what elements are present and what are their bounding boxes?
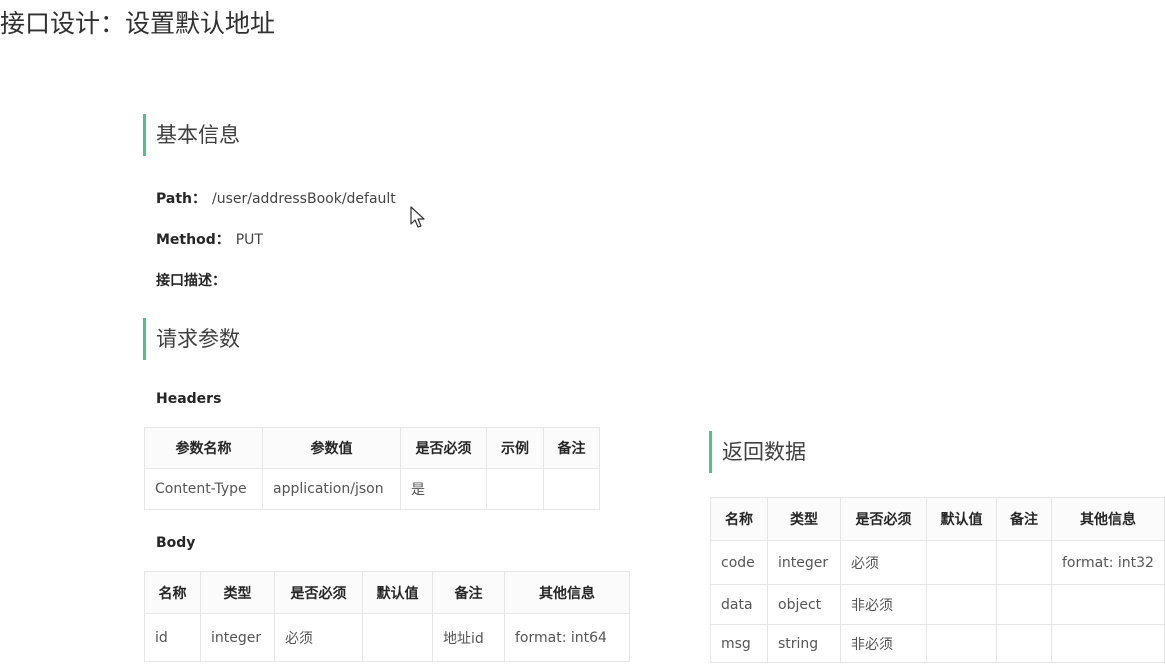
table-cell: integer xyxy=(767,540,841,585)
response-table: 名称 类型 是否必须 默认值 备注 其他信息 code integer 必须 f… xyxy=(710,497,1165,663)
table-cell xyxy=(996,584,1052,625)
table-cell xyxy=(362,613,433,662)
description-row: 接口描述： xyxy=(156,270,232,290)
mouse-cursor-icon xyxy=(410,206,425,228)
table-cell: id xyxy=(144,613,201,662)
column-header: 默认值 xyxy=(362,571,433,614)
table-cell: format: int64 xyxy=(504,613,630,662)
table-cell xyxy=(1051,624,1165,663)
table-cell: Content-Type xyxy=(144,468,263,510)
column-header: 其他信息 xyxy=(1051,497,1165,541)
response-table-header: 名称 类型 是否必须 默认值 备注 其他信息 xyxy=(710,497,1165,541)
table-cell: object xyxy=(767,584,841,625)
response-data-heading: 返回数据 xyxy=(709,431,806,473)
table-row: Content-Type application/json 是 xyxy=(144,468,600,510)
table-cell: 是 xyxy=(400,468,487,510)
table-cell xyxy=(926,584,997,625)
column-header: 示例 xyxy=(486,427,544,469)
table-cell: 非必须 xyxy=(840,584,927,625)
table-cell xyxy=(996,540,1052,585)
table-cell xyxy=(486,468,544,510)
path-label: Path： xyxy=(156,191,206,207)
body-table-header: 名称 类型 是否必须 默认值 备注 其他信息 xyxy=(144,571,630,614)
request-params-heading: 请求参数 xyxy=(143,318,240,360)
table-cell: data xyxy=(710,584,768,625)
table-cell xyxy=(926,540,997,585)
table-row: id integer 必须 地址id format: int64 xyxy=(144,613,630,662)
table-cell: code xyxy=(710,540,768,585)
method-row: Method： PUT xyxy=(156,229,263,249)
table-row: msg string 非必须 xyxy=(710,624,1165,663)
method-label: Method： xyxy=(156,232,230,248)
headers-table-header: 参数名称 参数值 是否必须 示例 备注 xyxy=(144,427,600,469)
table-cell: integer xyxy=(200,613,275,662)
column-header: 参数名称 xyxy=(144,427,263,469)
body-table: 名称 类型 是否必须 默认值 备注 其他信息 id integer 必须 地址i… xyxy=(144,571,630,662)
table-cell: string xyxy=(767,624,841,663)
table-cell xyxy=(1051,584,1165,625)
column-header: 其他信息 xyxy=(504,571,630,614)
method-value: PUT xyxy=(235,232,263,248)
column-header: 是否必须 xyxy=(400,427,487,469)
table-cell: 非必须 xyxy=(840,624,927,663)
table-cell: 地址id xyxy=(432,613,505,662)
table-cell: 必须 xyxy=(274,613,363,662)
table-cell: msg xyxy=(710,624,768,663)
path-value: /user/addressBook/default xyxy=(212,191,396,207)
table-cell xyxy=(926,624,997,663)
column-header: 类型 xyxy=(200,571,275,614)
column-header: 备注 xyxy=(543,427,600,469)
table-row: data object 非必须 xyxy=(710,584,1165,625)
table-cell xyxy=(996,624,1052,663)
column-header: 备注 xyxy=(432,571,505,614)
column-header: 名称 xyxy=(144,571,201,614)
column-header: 名称 xyxy=(710,497,768,541)
column-header: 默认值 xyxy=(926,497,997,541)
table-cell: application/json xyxy=(262,468,401,510)
column-header: 类型 xyxy=(767,497,841,541)
body-heading: Body xyxy=(156,535,196,551)
table-cell: format: int32 xyxy=(1051,540,1165,585)
page-title: 接口设计：设置默认地址 xyxy=(0,9,276,38)
headers-table: 参数名称 参数值 是否必须 示例 备注 Content-Type applica… xyxy=(144,427,600,510)
table-cell xyxy=(543,468,600,510)
column-header: 是否必须 xyxy=(840,497,927,541)
column-header: 备注 xyxy=(996,497,1052,541)
table-row: code integer 必须 format: int32 xyxy=(710,540,1165,585)
column-header: 是否必须 xyxy=(274,571,363,614)
column-header: 参数值 xyxy=(262,427,401,469)
table-cell: 必须 xyxy=(840,540,927,585)
headers-heading: Headers xyxy=(156,391,222,407)
description-label: 接口描述： xyxy=(156,273,226,289)
path-row: Path： /user/addressBook/default xyxy=(156,188,396,208)
basic-info-heading: 基本信息 xyxy=(143,114,240,156)
